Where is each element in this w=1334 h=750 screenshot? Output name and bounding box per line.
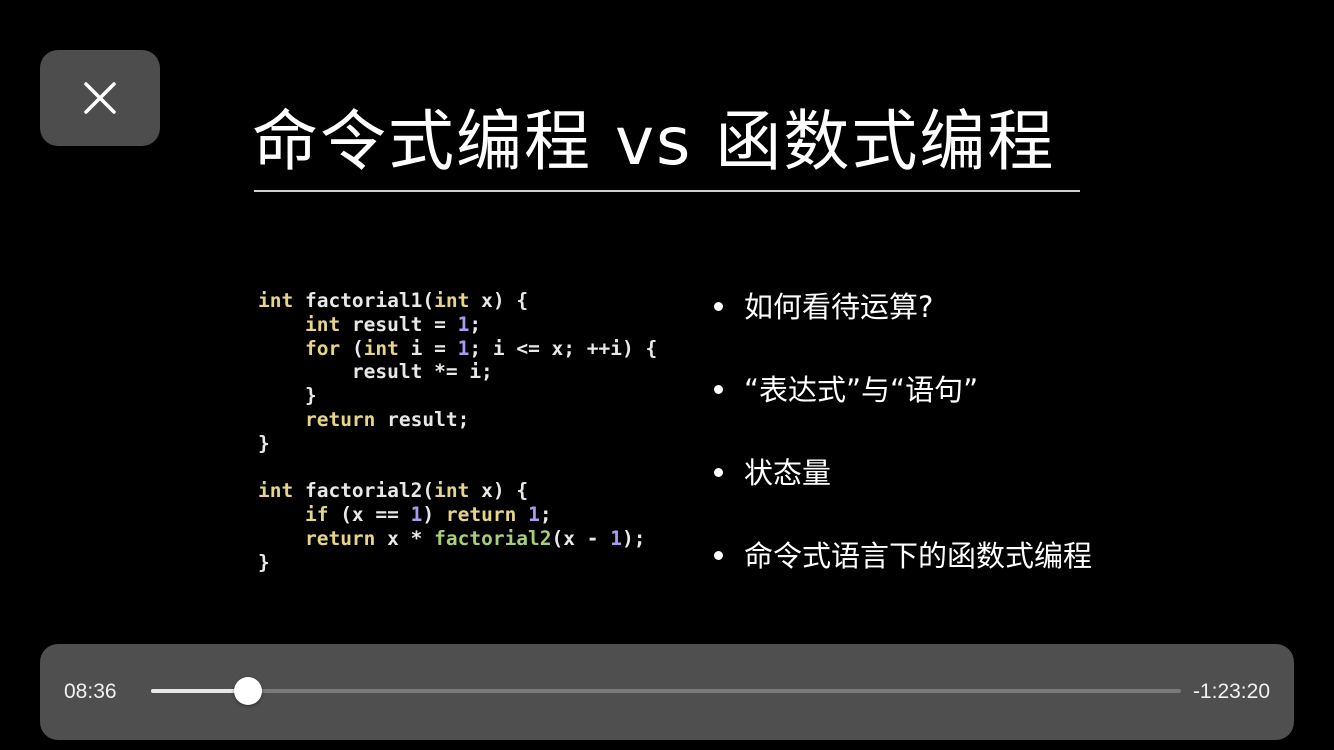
code-line: result *= i; [258, 360, 493, 384]
code-line: if (x == 1) return 1; [304, 503, 552, 527]
code-line: } [258, 431, 270, 455]
code-line: } [258, 384, 317, 408]
scrubber-handle[interactable] [234, 677, 263, 705]
playback-controls: 08:36 -1:23:20 [40, 644, 1294, 740]
bullet-item: 命令式语言下的函数式编程 [714, 532, 1092, 615]
bullet-item: 如何看待运算? [714, 283, 1092, 366]
elapsed-time: 08:36 [64, 680, 117, 703]
bullet-list: 如何看待运算? “表达式”与“语句” 状态量 命令式语言下的函数式编程 [714, 283, 1092, 615]
bullet-text: “表达式”与“语句” [744, 373, 979, 407]
bullet-text: 命令式语言下的函数式编程 [744, 539, 1093, 573]
code-line: return x * factorial2(x - 1); [304, 526, 646, 550]
remaining-time: -1:23:20 [1192, 680, 1270, 703]
code-line: int factorial2(int x) { [258, 479, 529, 503]
code-line: return result; [304, 407, 470, 431]
bullet-dot-icon [714, 551, 723, 560]
slide-title: 命令式编程 vs 函数式编程 [252, 103, 1056, 180]
code-line: for (int i = 1; i <= x; ++i) { [304, 336, 658, 360]
close-button[interactable] [40, 50, 160, 146]
code-line: int result = 1; [304, 312, 482, 336]
progress-scrubber[interactable] [151, 677, 1181, 705]
bullet-dot-icon [714, 302, 723, 311]
code-line: int factorial1(int x) { [258, 289, 529, 312]
code-line: } [258, 550, 270, 574]
bullet-item: 状态量 [714, 449, 1092, 532]
title-divider [254, 190, 1080, 192]
close-icon [84, 82, 116, 114]
bullet-text: 状态量 [744, 456, 832, 490]
bullet-text: 如何看待运算? [744, 290, 934, 324]
bullet-dot-icon [714, 385, 723, 394]
bullet-item: “表达式”与“语句” [714, 366, 1092, 449]
code-block: int factorial1(int x) { int result = 1; … [258, 289, 657, 575]
bullet-dot-icon [714, 468, 723, 477]
